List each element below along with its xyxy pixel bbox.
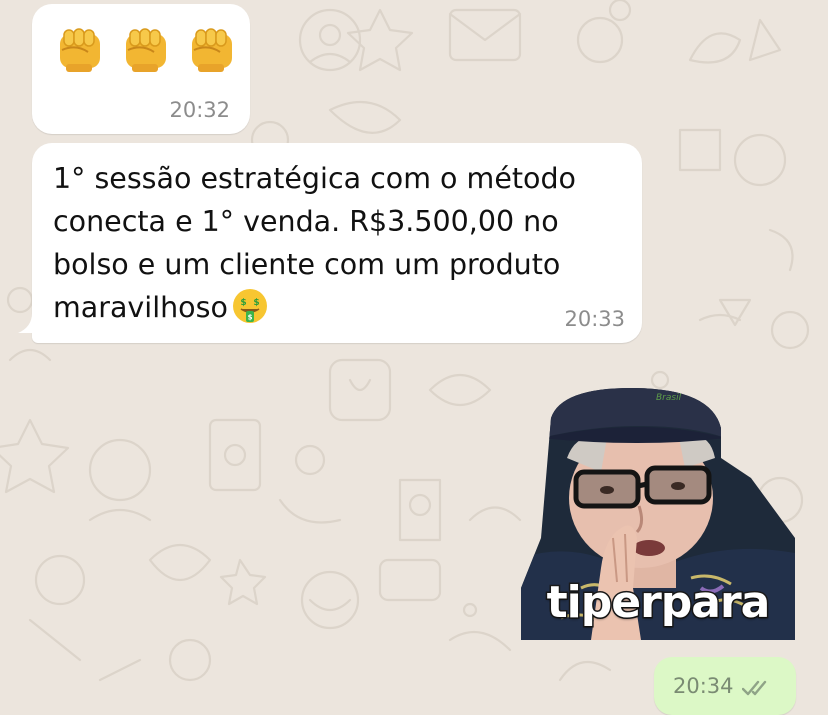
svg-text:$: $ (253, 298, 259, 308)
sticker-message[interactable]: Brasil tiperpara (521, 388, 795, 640)
message-timestamp: 20:34 (673, 674, 734, 698)
money-mouth-face-icon: $ $ $ (232, 289, 267, 323)
message-body: 1° sessão estratégica com o método conec… (53, 162, 576, 324)
svg-text:$: $ (240, 298, 246, 308)
message-bubble-incoming[interactable]: 20:32 (32, 4, 250, 134)
emoji-row (54, 24, 238, 74)
message-text: 1° sessão estratégica com o método conec… (53, 157, 623, 329)
fist-icon (192, 28, 232, 72)
fist-icon (126, 28, 166, 72)
fist-icon (60, 28, 100, 72)
message-bubble-outgoing[interactable]: 20:34 (654, 657, 796, 715)
message-bubble-incoming[interactable]: 1° sessão estratégica com o método conec… (18, 143, 642, 343)
sticker-caption: tiperpara (545, 576, 772, 630)
double-check-icon (742, 680, 767, 696)
bubble-tail (18, 313, 38, 333)
message-timestamp: 20:33 (564, 307, 625, 331)
cap-text: Brasil (656, 393, 682, 403)
message-timestamp: 20:32 (169, 98, 230, 122)
svg-text:$: $ (247, 314, 252, 322)
